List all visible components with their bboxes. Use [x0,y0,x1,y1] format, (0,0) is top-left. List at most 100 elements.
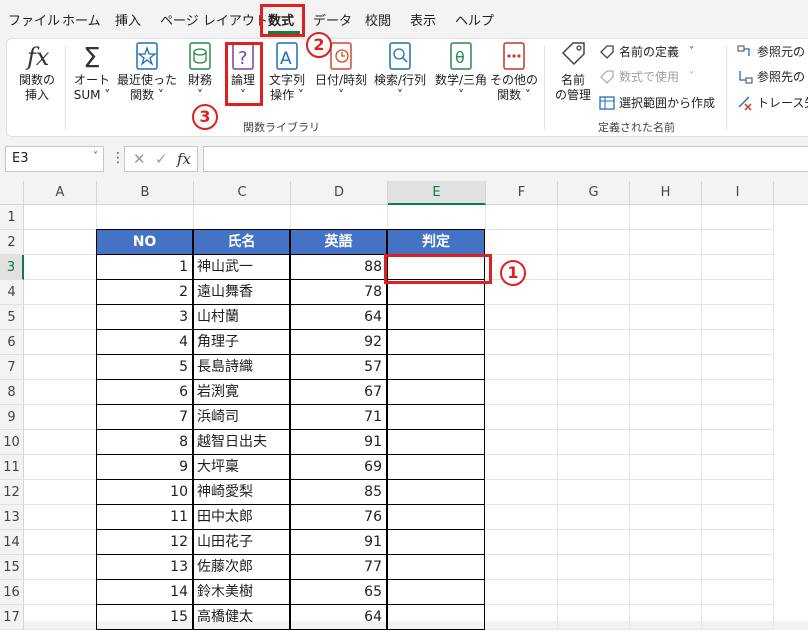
table-cell-english[interactable]: 69 [290,454,387,480]
cell-i17[interactable] [702,605,774,630]
tab-page-layout[interactable]: ページ レイアウト [160,10,268,29]
cell-a8[interactable] [24,380,97,405]
cell-g16[interactable] [558,580,630,605]
cell-f7[interactable] [486,355,558,380]
row-header-6[interactable]: 6 [0,330,24,355]
table-cell-no[interactable]: 12 [96,529,193,555]
cell-c1[interactable] [194,205,291,230]
cell-b1[interactable] [97,205,194,230]
cell-a11[interactable] [24,455,97,480]
cell-h4[interactable] [630,280,702,305]
cell-h16[interactable] [630,580,702,605]
table-cell-name[interactable]: 高橋健太 [193,604,290,630]
cell-f10[interactable] [486,430,558,455]
table-cell-english[interactable]: 64 [290,604,387,630]
cell-i6[interactable] [702,330,774,355]
cell-h11[interactable] [630,455,702,480]
tab-review[interactable]: 校閲 [365,10,391,29]
cell-g11[interactable] [558,455,630,480]
math-trig-button[interactable]: θ 数学/三角 ˅ [431,39,491,103]
table-cell-no[interactable]: 5 [96,354,193,380]
table-cell-no[interactable]: 3 [96,304,193,330]
table-cell-no[interactable]: 15 [96,604,193,630]
table-cell-name[interactable]: 佐藤次郎 [193,554,290,580]
table-cell-no[interactable]: 8 [96,429,193,455]
text-functions-button[interactable]: A 文字列 操作 ˅ [265,39,309,103]
table-cell-name[interactable]: 長島詩織 [193,354,290,380]
row-header-11[interactable]: 11 [0,455,24,480]
column-header-i[interactable]: I [702,181,774,205]
table-cell-english[interactable]: 71 [290,404,387,430]
cell-g9[interactable] [558,405,630,430]
cell-i1[interactable] [702,205,774,230]
cell-i3[interactable] [702,255,774,280]
use-in-formula-button[interactable]: 数式で使用 ˅ [599,68,694,85]
cell-i12[interactable] [702,480,774,505]
row-header-15[interactable]: 15 [0,555,24,580]
cell-f4[interactable] [486,280,558,305]
insert-function-button[interactable]: fx 関数の 挿入 [15,39,59,103]
table-cell-no[interactable]: 4 [96,329,193,355]
cell-a5[interactable] [24,305,97,330]
table-cell-no[interactable]: 14 [96,579,193,605]
cell-h6[interactable] [630,330,702,355]
cell-i14[interactable] [702,530,774,555]
table-cell-english[interactable]: 88 [290,254,387,280]
table-cell-name[interactable]: 神崎愛梨 [193,479,290,505]
table-header-english[interactable]: 英語 [290,229,387,255]
cell-a9[interactable] [24,405,97,430]
cell-a4[interactable] [24,280,97,305]
cell-h15[interactable] [630,555,702,580]
cell-h12[interactable] [630,480,702,505]
cell-a17[interactable] [24,605,97,630]
table-cell-name[interactable]: 越智日出夫 [193,429,290,455]
cell-i15[interactable] [702,555,774,580]
table-cell-name[interactable]: 田中太郎 [193,504,290,530]
cell-g8[interactable] [558,380,630,405]
table-header-name[interactable]: 氏名 [193,229,290,255]
table-cell-judge[interactable] [387,604,485,630]
column-header-c[interactable]: C [194,181,291,205]
tab-home[interactable]: ホーム [62,10,101,29]
table-header-no[interactable]: NO [96,229,193,255]
cell-f17[interactable] [486,605,558,630]
table-cell-no[interactable]: 11 [96,504,193,530]
cell-a6[interactable] [24,330,97,355]
column-header-partial[interactable] [774,181,808,205]
tab-help[interactable]: ヘルプ [455,10,494,29]
tab-view[interactable]: 表示 [410,10,436,29]
cell-i16[interactable] [702,580,774,605]
table-cell-judge[interactable] [387,579,485,605]
cell-g17[interactable] [558,605,630,630]
cell-f6[interactable] [486,330,558,355]
cell-g14[interactable] [558,530,630,555]
cell-h8[interactable] [630,380,702,405]
cell-a13[interactable] [24,505,97,530]
table-cell-no[interactable]: 2 [96,279,193,305]
chevron-down-icon[interactable]: ˅ [93,151,98,162]
row-header-4[interactable]: 4 [0,280,24,305]
row-header-8[interactable]: 8 [0,380,24,405]
cell-i5[interactable] [702,305,774,330]
cell-f13[interactable] [486,505,558,530]
cell-h5[interactable] [630,305,702,330]
enter-icon[interactable]: ✓ [155,150,168,168]
table-cell-name[interactable]: 角理子 [193,329,290,355]
table-cell-name[interactable]: 神山武一 [193,254,290,280]
table-cell-english[interactable]: 78 [290,279,387,305]
column-header-h[interactable]: H [630,181,702,205]
table-cell-no[interactable]: 6 [96,379,193,405]
trace-precedents-button[interactable]: 参照元の [737,43,805,60]
cell-g2[interactable] [558,230,630,255]
autosum-button[interactable]: Σ オート SUM ˅ [69,39,115,103]
column-header-e[interactable]: E [388,181,486,205]
name-manager-button[interactable]: 名前 の管理 [551,39,595,103]
tab-data[interactable]: データ [313,10,352,29]
table-cell-judge[interactable] [387,329,485,355]
cell-f8[interactable] [486,380,558,405]
row-header-12[interactable]: 12 [0,480,24,505]
cell-h2[interactable] [630,230,702,255]
table-cell-judge[interactable] [387,554,485,580]
table-cell-judge[interactable] [387,379,485,405]
cell-g7[interactable] [558,355,630,380]
